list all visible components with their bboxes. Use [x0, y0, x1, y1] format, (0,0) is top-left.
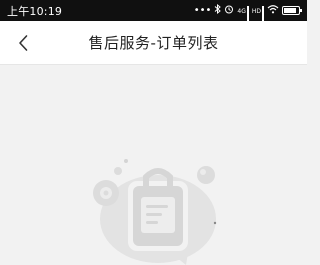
wifi-icon: [267, 4, 279, 17]
signal-icon: HD: [252, 6, 264, 30]
status-bar: 上午10:19 ••• 4G HD: [0, 0, 307, 30]
more-dots-icon: •••: [193, 4, 212, 16]
alarm-icon: [224, 4, 234, 17]
bluetooth-icon: [214, 3, 222, 17]
battery-icon: [282, 6, 302, 15]
page-title: 售后服务-订单列表: [88, 34, 219, 52]
empty-content-area: [0, 65, 307, 265]
nav-bar: 售后服务-订单列表: [0, 21, 307, 65]
status-icons: ••• 4G HD: [193, 3, 302, 30]
status-time: 上午10:19: [7, 4, 63, 18]
empty-clipboard-illustration: [93, 159, 217, 265]
signal-icon: 4G: [237, 6, 249, 30]
